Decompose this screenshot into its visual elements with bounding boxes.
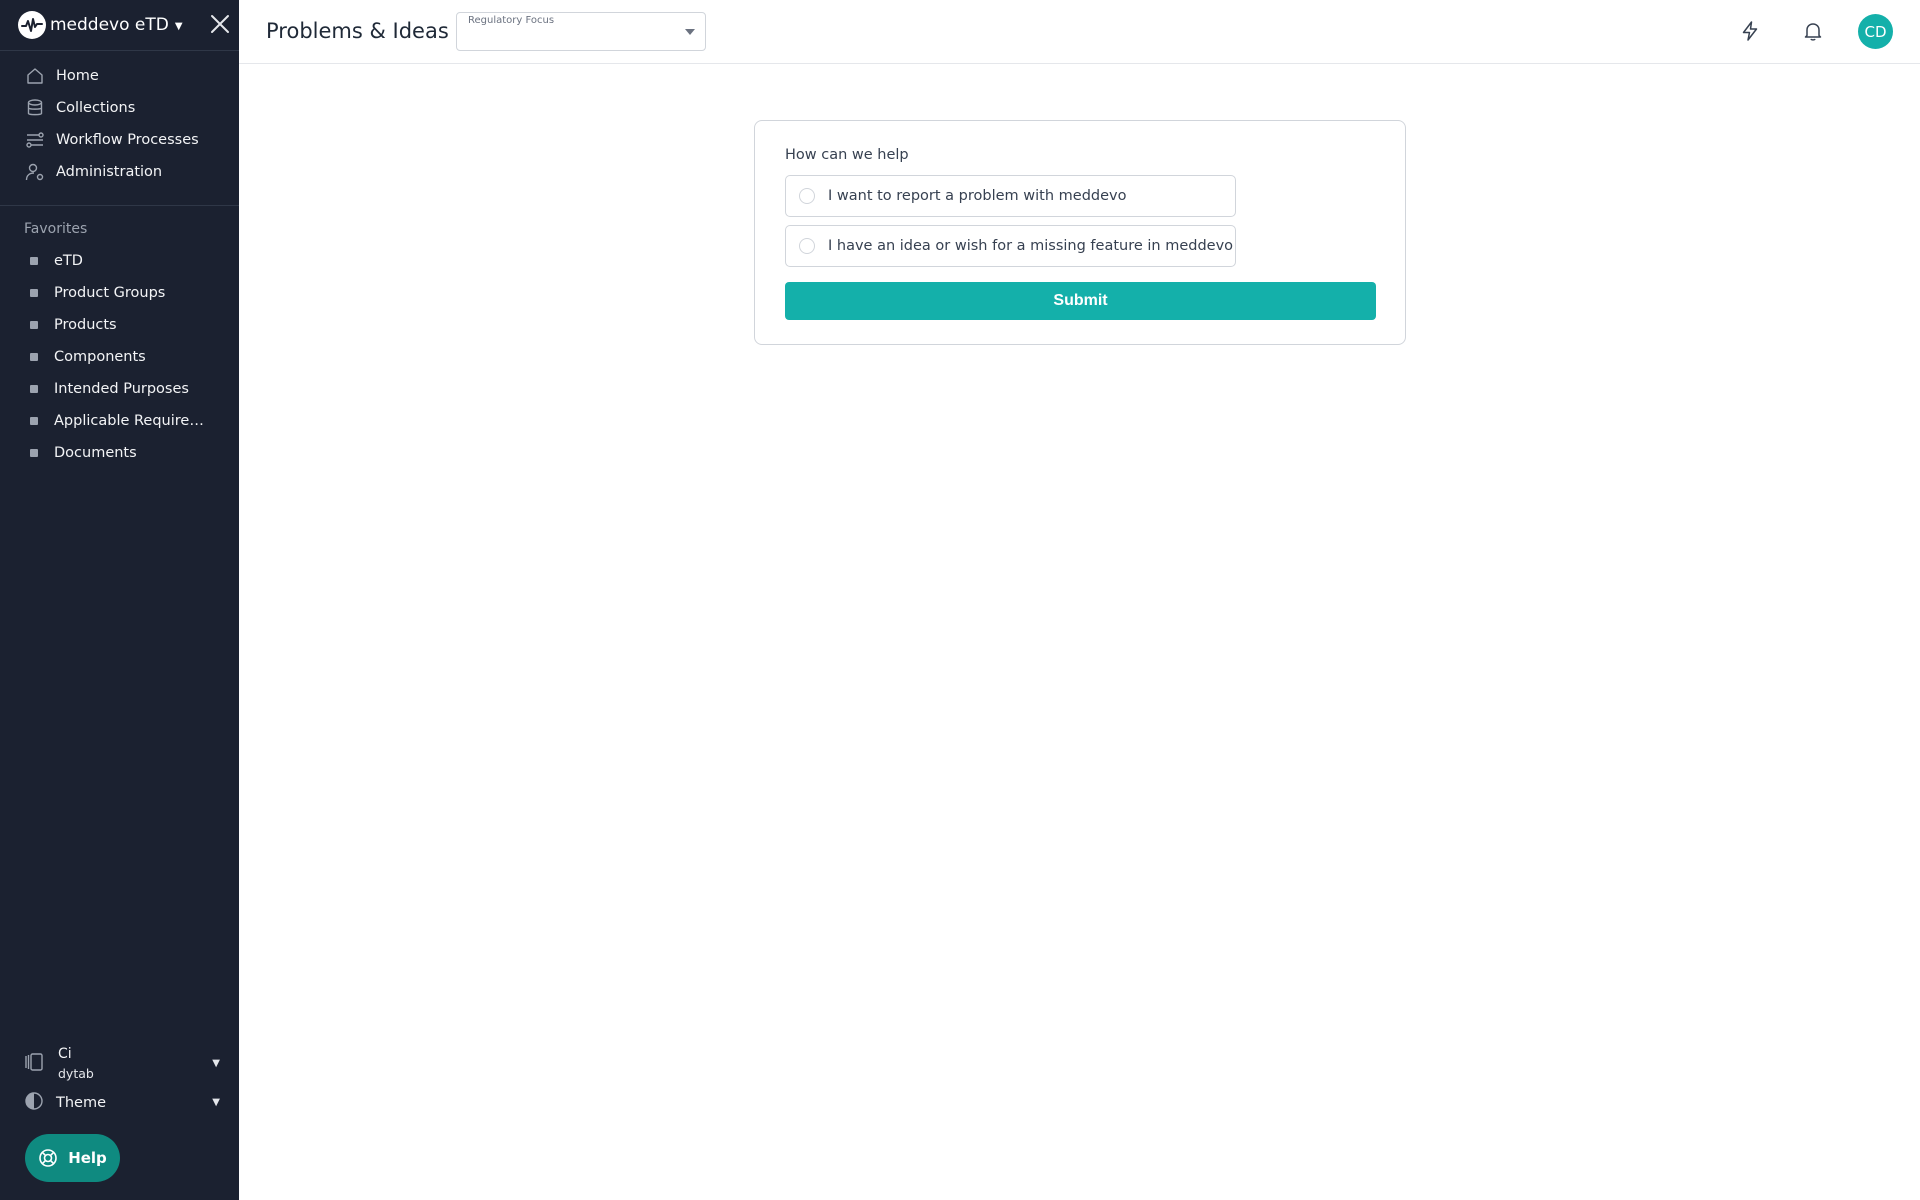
notifications-button[interactable] bbox=[1800, 18, 1826, 44]
meddevo-logo-icon bbox=[18, 11, 46, 39]
nav-item-home[interactable]: Home bbox=[0, 60, 239, 92]
caret-down-icon: ▼ bbox=[174, 20, 183, 32]
nav-item-workflow-processes[interactable]: Workflow Processes bbox=[0, 124, 239, 156]
help-button[interactable]: Help bbox=[25, 1134, 120, 1182]
select-label: Regulatory Focus bbox=[468, 15, 555, 26]
favorite-item-products[interactable]: Products bbox=[0, 309, 239, 341]
favorite-label: Components bbox=[54, 349, 146, 365]
bullet-square-icon bbox=[30, 417, 38, 425]
contrast-icon bbox=[24, 1091, 46, 1115]
regulatory-focus-select[interactable]: Regulatory Focus bbox=[456, 12, 706, 51]
caret-down-icon: ▼ bbox=[212, 1097, 220, 1108]
user-gear-icon bbox=[24, 161, 46, 183]
close-icon bbox=[211, 15, 229, 33]
help-request-card: How can we help I want to report a probl… bbox=[754, 120, 1406, 345]
theme-switcher[interactable]: Theme ▼ bbox=[24, 1091, 220, 1115]
sidebar: meddevo eTD ▼ Home Collections Workflow … bbox=[0, 0, 239, 1200]
workflow-icon bbox=[24, 129, 46, 151]
user-avatar[interactable]: CD bbox=[1858, 14, 1893, 49]
close-sidebar-button[interactable] bbox=[208, 12, 232, 36]
nav-item-label: Workflow Processes bbox=[56, 132, 199, 148]
help-label: Help bbox=[68, 1149, 107, 1167]
lightning-icon bbox=[1742, 21, 1758, 41]
main-nav: Home Collections Workflow Processes Admi… bbox=[0, 60, 239, 188]
nav-item-label: Administration bbox=[56, 164, 163, 180]
form-title: How can we help bbox=[785, 147, 909, 163]
favorite-item-components[interactable]: Components bbox=[0, 341, 239, 373]
sidebar-divider bbox=[0, 50, 239, 51]
option-label: I have an idea or wish for a missing fea… bbox=[828, 238, 1234, 254]
favorite-label: eTD bbox=[54, 253, 83, 269]
quick-actions-button[interactable] bbox=[1737, 18, 1763, 44]
tenant-name: Ci bbox=[58, 1046, 72, 1062]
favorite-label: Products bbox=[54, 317, 117, 333]
chevron-down-icon bbox=[685, 29, 695, 35]
nav-item-label: Collections bbox=[56, 100, 136, 116]
favorite-label: Applicable Requirem... bbox=[54, 413, 214, 429]
submit-button[interactable]: Submit bbox=[785, 282, 1376, 320]
favorite-item-product-groups[interactable]: Product Groups bbox=[0, 277, 239, 309]
option-label: I want to report a problem with meddevo bbox=[828, 188, 1127, 204]
bullet-square-icon bbox=[30, 385, 38, 393]
home-icon bbox=[24, 65, 46, 87]
brand-name: meddevo eTD bbox=[50, 15, 169, 35]
caret-down-icon: ▼ bbox=[212, 1058, 220, 1069]
brand-switcher[interactable]: meddevo eTD ▼ bbox=[18, 10, 183, 40]
bullet-square-icon bbox=[30, 289, 38, 297]
favorite-label: Documents bbox=[54, 445, 137, 461]
favorite-item-etd[interactable]: eTD bbox=[0, 245, 239, 277]
favorite-label: Product Groups bbox=[54, 285, 166, 301]
lifebuoy-icon bbox=[39, 1149, 57, 1167]
app-root: meddevo eTD ▼ Home Collections Workflow … bbox=[0, 0, 1920, 1200]
option-report-problem[interactable]: I want to report a problem with meddevo bbox=[785, 175, 1236, 217]
favorite-item-applicable-requirements[interactable]: Applicable Requirem... bbox=[0, 405, 239, 437]
radio-button[interactable] bbox=[799, 188, 815, 204]
option-feature-idea[interactable]: I have an idea or wish for a missing fea… bbox=[785, 225, 1236, 267]
bullet-square-icon bbox=[30, 257, 38, 265]
bullet-square-icon bbox=[30, 321, 38, 329]
favorites-title: Favorites bbox=[24, 221, 88, 237]
nav-item-label: Home bbox=[56, 68, 99, 84]
bell-icon bbox=[1804, 23, 1822, 41]
favorite-item-documents[interactable]: Documents bbox=[0, 437, 239, 469]
favorites-list: eTD Product Groups Products Components I… bbox=[0, 245, 239, 469]
theme-label: Theme bbox=[56, 1095, 107, 1111]
database-icon bbox=[24, 97, 46, 119]
tenant-sub: dytab bbox=[58, 1066, 94, 1081]
bullet-square-icon bbox=[30, 449, 38, 457]
tenant-switcher[interactable]: Ci dytab ▼ bbox=[24, 1044, 220, 1084]
favorite-label: Intended Purposes bbox=[54, 381, 189, 397]
panels-icon bbox=[24, 1052, 46, 1076]
favorite-item-intended-purposes[interactable]: Intended Purposes bbox=[0, 373, 239, 405]
sidebar-divider bbox=[0, 205, 239, 206]
page-title: Problems & Ideas bbox=[266, 19, 449, 43]
top-header: Problems & Ideas Regulatory Focus CD bbox=[239, 0, 1920, 64]
nav-item-collections[interactable]: Collections bbox=[0, 92, 239, 124]
radio-button[interactable] bbox=[799, 238, 815, 254]
bullet-square-icon bbox=[30, 353, 38, 361]
nav-item-administration[interactable]: Administration bbox=[0, 156, 239, 188]
